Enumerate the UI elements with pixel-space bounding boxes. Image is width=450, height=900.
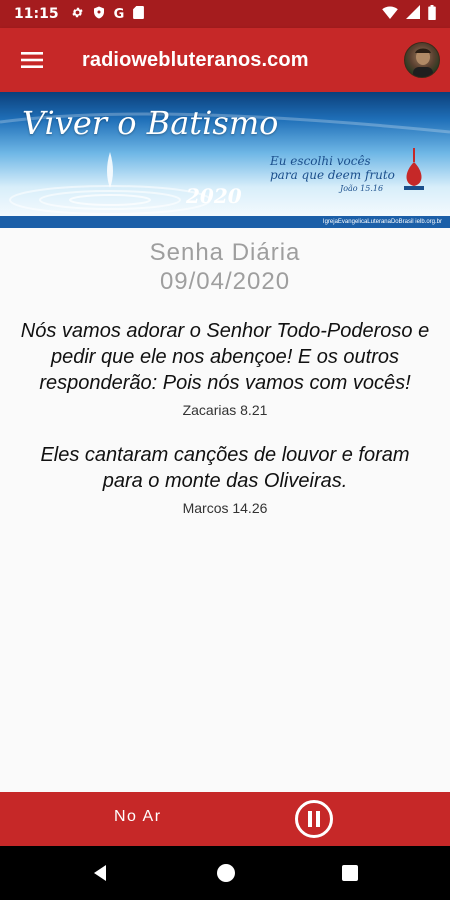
banner-year: 2020 [186, 184, 242, 208]
battery-icon [428, 4, 436, 24]
verse-text-1: Nós vamos adorar o Senhor Todo-Poderoso … [20, 320, 430, 394]
status-time: 11:15 [14, 6, 59, 22]
back-icon[interactable] [90, 863, 110, 883]
player-bar: No Ar [0, 792, 450, 846]
church-logo-icon [400, 148, 428, 192]
home-icon[interactable] [216, 863, 236, 883]
date-label: 09/04/2020 [159, 268, 291, 295]
recents-icon[interactable] [340, 863, 360, 883]
pause-circle-icon[interactable] [294, 799, 334, 839]
daily-password-content: Senha Diária 09/04/2020 Nós vamos adorar… [0, 228, 450, 792]
banner-footer: IgrejaEvangelicaLuteranaDoBrasil ielb.or… [0, 216, 450, 228]
verse-reference-2: Marcos 14.26 [182, 500, 268, 516]
app-bar: radiowebluteranos.com [0, 28, 450, 92]
settings-icon [71, 6, 84, 23]
signal-icon [406, 5, 420, 23]
shield-icon [93, 6, 105, 23]
system-nav-bar [0, 846, 450, 900]
status-bar: 11:15 G [0, 0, 450, 28]
google-icon: G [113, 6, 125, 22]
banner-image: Viver o Batismo 2020 Eu escolhi vocês pa… [0, 92, 450, 228]
banner-verse-line-2: para que deem fruto [270, 168, 395, 182]
banner-title: Viver o Batismo [22, 104, 279, 142]
banner-verse-reference: João 15.16 [340, 184, 384, 193]
hamburger-menu-icon[interactable] [0, 28, 64, 92]
banner-verse: Eu escolhi vocês para que deem fruto [270, 154, 395, 182]
wifi-icon [382, 5, 398, 23]
sd-card-icon [133, 5, 145, 23]
app-title: radiowebluteranos.com [82, 48, 309, 71]
banner-verse-line-1: Eu escolhi vocês [270, 154, 371, 168]
section-heading: Senha Diária [149, 239, 301, 266]
verse-text-2: Eles cantaram canções de louvor e foram … [40, 444, 410, 492]
player-status: No Ar [114, 808, 162, 825]
profile-avatar-icon[interactable] [404, 42, 440, 78]
verse-reference-1: Zacarias 8.21 [182, 402, 268, 418]
